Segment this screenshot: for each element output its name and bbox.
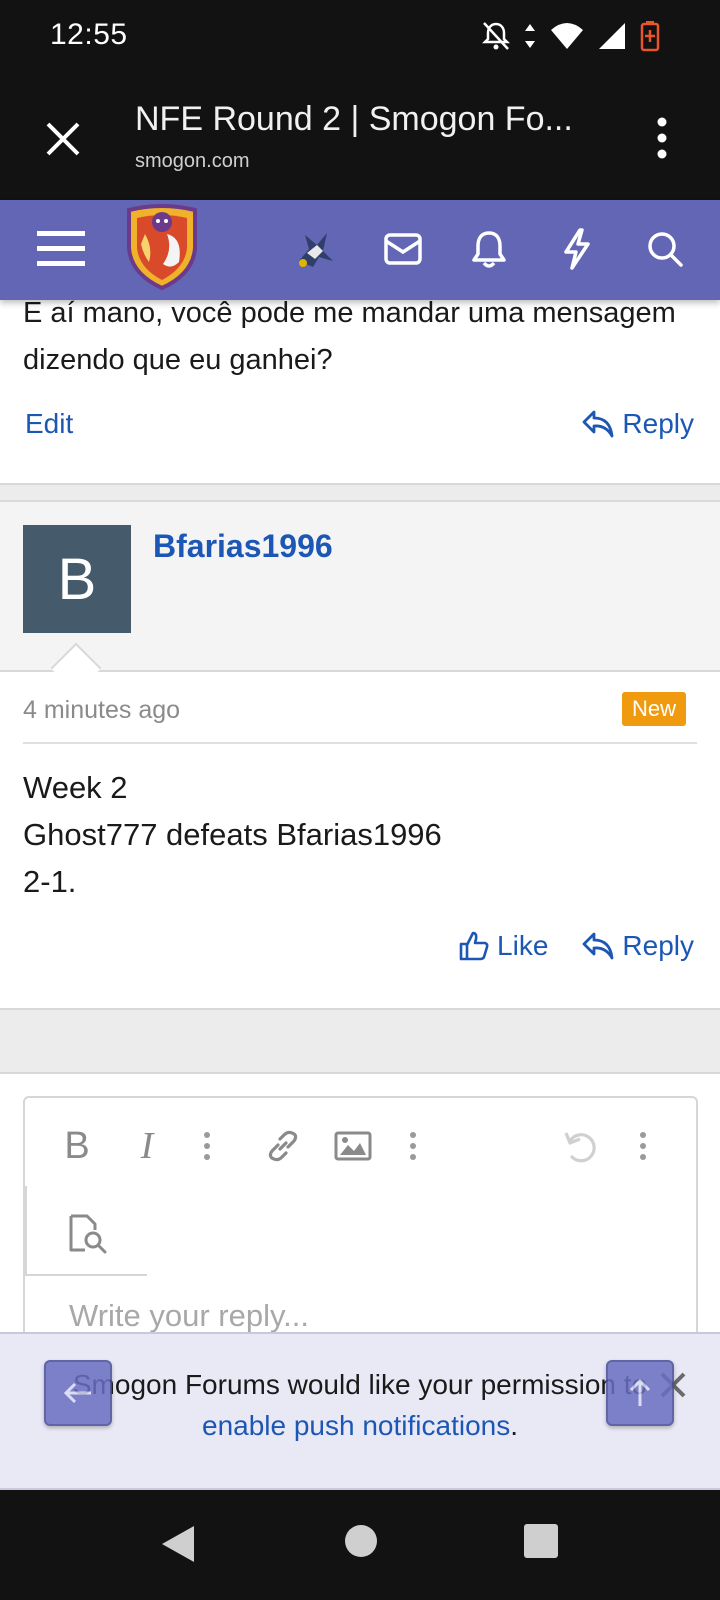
smogon-logo[interactable] (122, 204, 202, 290)
thumbs-up-icon (459, 931, 489, 961)
arrow-left-icon (63, 1382, 91, 1404)
recents-square-icon[interactable] (524, 1524, 558, 1558)
status-time: 12:55 (50, 18, 128, 51)
inbox-icon[interactable] (378, 224, 428, 274)
more-options-icon[interactable] (621, 1124, 665, 1168)
scroll-top-button[interactable] (606, 1360, 674, 1426)
wifi-icon (551, 23, 583, 49)
more-vert-icon[interactable] (656, 116, 668, 160)
post-actions: Like Reply (459, 930, 694, 962)
battery-charging-icon (640, 21, 660, 52)
push-text-end: . (510, 1410, 518, 1441)
back-triangle-icon[interactable] (160, 1524, 196, 1564)
post-user-strip: B Bfarias1996 (0, 502, 720, 672)
like-label: Like (497, 930, 549, 961)
system-nav-bar (0, 1490, 720, 1600)
hamburger-menu-icon[interactable] (36, 224, 86, 274)
post-line: Ghost777 defeats Bfarias1996 (23, 817, 442, 852)
edit-link[interactable]: Edit (25, 408, 73, 440)
image-icon[interactable] (331, 1124, 375, 1168)
user-avatar-icon[interactable] (290, 224, 340, 274)
bell-icon[interactable] (464, 224, 514, 274)
post-timestamp[interactable]: 4 minutes ago (23, 696, 180, 725)
status-icons (482, 20, 660, 52)
like-button[interactable]: Like (459, 930, 548, 962)
divider (23, 742, 697, 744)
thread-content: E aí mano, você pode me mandar uma mensa… (0, 300, 720, 1490)
reply-label: Reply (622, 408, 694, 439)
italic-button[interactable]: I (125, 1124, 169, 1168)
reply-icon (583, 410, 614, 438)
push-notification-banner: Smogon Forums would like your permission… (0, 1332, 720, 1490)
undo-icon[interactable] (559, 1124, 603, 1168)
whats-new-bolt-icon[interactable] (552, 224, 602, 274)
push-message: Smogon Forums would like your permission… (40, 1364, 680, 1446)
status-bar: 12:55 (0, 0, 720, 78)
site-nav (0, 200, 720, 300)
arrow-up-icon (629, 1378, 651, 1406)
reply-placeholder: Write your reply... (69, 1298, 310, 1333)
push-text: Smogon Forums would like your permission… (72, 1369, 648, 1400)
page-title: NFE Round 2 | Smogon Fo... (135, 100, 573, 138)
notifications-off-icon (482, 22, 510, 50)
browser-header: NFE Round 2 | Smogon Fo... smogon.com (0, 78, 720, 200)
previous-post: E aí mano, você pode me mandar uma mensa… (0, 300, 720, 485)
back-arrow-button[interactable] (44, 1360, 112, 1426)
more-insert-options-icon[interactable] (391, 1124, 435, 1168)
close-icon[interactable] (40, 116, 86, 162)
reply-button[interactable]: Reply (582, 408, 694, 440)
preview-toggle[interactable] (25, 1186, 147, 1276)
home-circle-icon[interactable] (344, 1524, 378, 1558)
signal-icon (599, 23, 625, 49)
reply-button[interactable]: Reply (582, 930, 694, 962)
post: B Bfarias1996 4 minutes ago New Week 2 G… (0, 500, 720, 1010)
enable-push-link[interactable]: enable push notifications (202, 1410, 510, 1441)
page-url: smogon.com (135, 150, 250, 172)
bold-button[interactable]: B (55, 1124, 99, 1168)
new-badge: New (621, 692, 686, 726)
link-icon[interactable] (261, 1124, 305, 1168)
reply-label: Reply (622, 930, 694, 961)
avatar[interactable]: B (23, 525, 131, 633)
post-line: 2-1. (23, 864, 77, 899)
data-arrows-icon (525, 24, 535, 48)
username[interactable]: Bfarias1996 (153, 528, 333, 565)
more-text-options-icon[interactable] (185, 1124, 229, 1168)
post-body: Week 2 Ghost777 defeats Bfarias1996 2-1. (23, 764, 442, 905)
previous-post-text: E aí mano, você pode me mandar uma mensa… (23, 300, 676, 376)
search-icon[interactable] (640, 224, 690, 274)
post-line: Week 2 (23, 770, 128, 805)
reply-icon (583, 932, 614, 960)
preview-icon (69, 1214, 107, 1254)
